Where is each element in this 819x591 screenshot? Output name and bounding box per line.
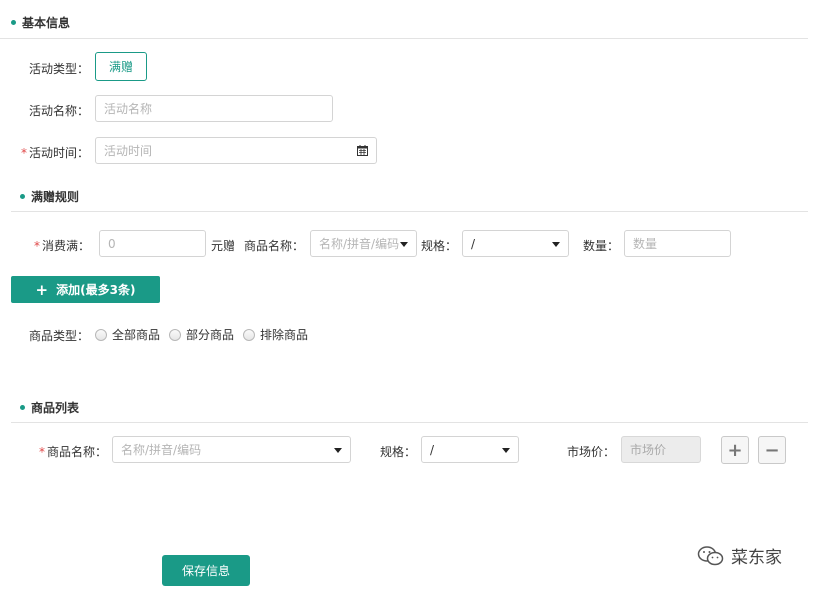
list-product-placeholder: 名称/拼音/编码: [121, 443, 202, 457]
save-button[interactable]: 保存信息: [162, 555, 250, 586]
watermark-text: 菜东家: [731, 548, 782, 568]
radio-label: 部分商品: [186, 328, 235, 342]
market-price-label: 市场价：: [567, 445, 616, 459]
activity-time-placeholder: 活动时间: [104, 144, 153, 158]
required-mark: *: [21, 146, 27, 160]
bullet-icon: [20, 194, 25, 199]
radio-partial-products[interactable]: 部分商品: [169, 326, 234, 343]
unit-label: 元赠: [211, 239, 236, 253]
section-title-product-list: 商品列表: [20, 399, 79, 416]
plus-icon: +: [35, 280, 49, 299]
gift-spec-select[interactable]: /: [462, 230, 569, 257]
qty-label: 数量：: [583, 239, 620, 253]
activity-time-label-text: 活动时间：: [29, 146, 90, 160]
caret-down-icon: [502, 448, 510, 453]
radio-excluded-products[interactable]: 排除商品: [243, 326, 308, 343]
activity-name-label: 活动名称：: [29, 104, 90, 118]
activity-time-label: * 活动时间：: [21, 144, 89, 161]
list-product-select[interactable]: 名称/拼音/编码: [112, 436, 351, 463]
remove-row-button[interactable]: −: [758, 436, 786, 464]
gift-product-name-label: 商品名称：: [244, 239, 305, 253]
section-title-basic-info: 基本信息: [11, 14, 70, 31]
section-title-label: 满赠规则: [31, 190, 80, 204]
spend-label-text: 消费满：: [42, 239, 91, 253]
market-price-placeholder: 市场价: [630, 443, 667, 457]
divider: [11, 422, 808, 423]
market-price-input: 市场价: [621, 436, 701, 463]
add-row-button[interactable]: +: [721, 436, 749, 464]
add-rule-button[interactable]: + 添加(最多3条): [11, 276, 160, 303]
watermark: 菜东家: [697, 543, 782, 568]
activity-type-button[interactable]: 满赠: [95, 52, 147, 81]
radio-button[interactable]: [95, 328, 107, 341]
divider: [0, 38, 808, 39]
caret-down-icon: [334, 448, 342, 453]
bullet-icon: [20, 405, 25, 410]
radio-label: 全部商品: [112, 328, 161, 342]
section-title-label: 基本信息: [22, 16, 71, 30]
spend-value: 0: [108, 236, 116, 251]
gift-product-placeholder: 名称/拼音/编码: [319, 237, 400, 251]
activity-type-label: 活动类型：: [29, 62, 90, 76]
list-product-name-label-text: 商品名称：: [47, 445, 108, 459]
plus-icon: +: [727, 439, 743, 461]
product-type-radio-group: 全部商品 部分商品 排除商品: [95, 326, 317, 343]
activity-name-placeholder: 活动名称: [104, 102, 153, 116]
radio-button[interactable]: [243, 328, 256, 341]
spend-label: * 消费满：: [34, 237, 90, 254]
calendar-icon[interactable]: [357, 145, 368, 159]
qty-input[interactable]: 数量: [624, 230, 731, 257]
activity-time-input[interactable]: 活动时间: [95, 137, 377, 164]
radio-button[interactable]: [169, 328, 182, 341]
list-spec-value: /: [430, 442, 435, 457]
section-title-rules: 满赠规则: [20, 188, 79, 205]
gift-product-select[interactable]: 名称/拼音/编码: [310, 230, 417, 257]
section-title-label: 商品列表: [31, 401, 80, 415]
list-spec-label: 规格：: [380, 445, 417, 459]
required-mark: *: [39, 445, 45, 459]
wechat-icon: [697, 545, 724, 565]
gift-spec-label: 规格：: [421, 239, 458, 253]
radio-all-products[interactable]: 全部商品: [95, 326, 160, 343]
spend-input[interactable]: 0: [99, 230, 206, 257]
add-rule-label: 添加(最多3条): [56, 283, 136, 297]
caret-down-icon: [400, 242, 408, 247]
radio-label: 排除商品: [260, 328, 309, 342]
list-product-name-label: * 商品名称：: [39, 443, 107, 460]
divider: [11, 211, 808, 212]
bullet-icon: [11, 20, 16, 25]
minus-icon: −: [764, 439, 780, 461]
required-mark: *: [34, 239, 40, 253]
activity-name-input[interactable]: 活动名称: [95, 95, 333, 122]
gift-spec-value: /: [471, 236, 476, 251]
caret-down-icon: [552, 242, 560, 247]
product-type-label: 商品类型：: [29, 329, 90, 343]
qty-placeholder: 数量: [633, 237, 658, 251]
list-spec-select[interactable]: /: [421, 436, 519, 463]
